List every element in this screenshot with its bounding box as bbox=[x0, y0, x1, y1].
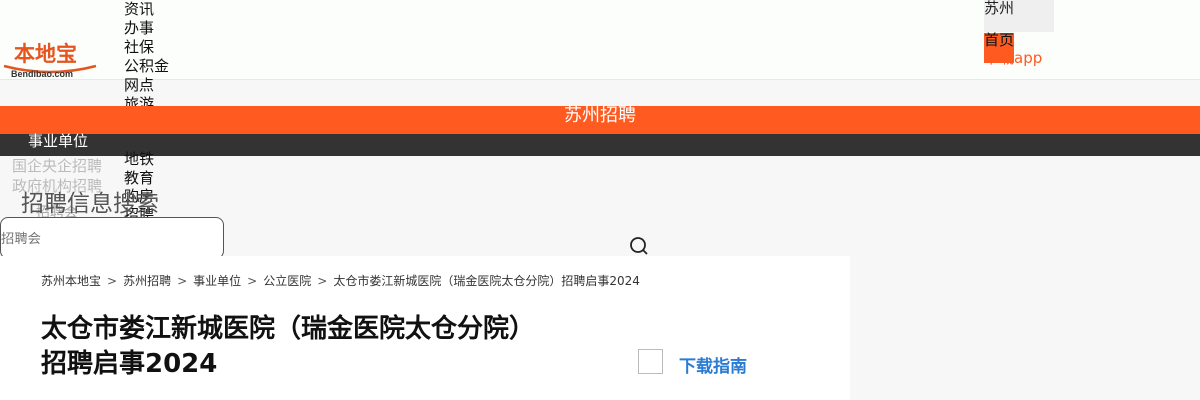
site-logo[interactable]: 本地宝 Bendibao.com bbox=[0, 36, 100, 84]
channel-bar: 苏州招聘 bbox=[0, 106, 1200, 134]
page-title-line: 招聘启事2024 bbox=[41, 349, 218, 379]
breadcrumb-item[interactable]: 苏州招聘 bbox=[123, 274, 171, 288]
site-header: 本地宝 Bendibao.com 资讯 办事 社保 公积金 网点 旅游 苏州 首… bbox=[0, 0, 1200, 113]
page-title-line: 太仓市娄江新城医院（瑞金医院太仓分院） bbox=[41, 314, 536, 344]
logo-domain: Bendibao.com bbox=[11, 69, 74, 79]
nav-item-metro[interactable]: 地铁 bbox=[124, 150, 154, 169]
search-title: 招聘信息搜索 bbox=[21, 191, 159, 217]
search-icon[interactable] bbox=[629, 236, 649, 256]
nav-item-social-security[interactable]: 社保 bbox=[124, 38, 169, 57]
breadcrumb-separator: > bbox=[177, 274, 188, 288]
category-current[interactable]: 事业单位 bbox=[28, 134, 88, 149]
nav-item-outlets[interactable]: 网点 bbox=[124, 76, 169, 95]
nav-item-affairs[interactable]: 办事 bbox=[124, 19, 169, 38]
channel-title[interactable]: 苏州招聘 bbox=[0, 106, 1200, 126]
download-guide-link[interactable]: 下载指南 bbox=[679, 352, 747, 377]
home-link[interactable]: 首页 bbox=[984, 31, 1014, 49]
breadcrumb-item[interactable]: 苏州本地宝 bbox=[41, 274, 101, 288]
breadcrumb-item[interactable]: 事业单位 bbox=[193, 274, 241, 288]
city-selector[interactable]: 苏州 bbox=[984, 0, 1054, 32]
nav-item-news[interactable]: 资讯 bbox=[124, 0, 169, 19]
breadcrumb: 苏州本地宝 > 苏州招聘 > 事业单位 > 公立医院 > 太仓市娄江新城医院（瑞金医院太仓分院）… bbox=[41, 272, 640, 289]
breadcrumb-separator: > bbox=[247, 274, 258, 288]
breadcrumb-item[interactable]: 公立医院 bbox=[263, 274, 311, 288]
breadcrumb-current: 太仓市娄江新城医院（瑞金医院太仓分院）招聘启事2024 bbox=[333, 274, 640, 288]
page-title: 太仓市娄江新城医院（瑞金医院太仓分院） 招聘启事2024 bbox=[41, 312, 621, 382]
breadcrumb-separator: > bbox=[107, 274, 118, 288]
nav-item-housing-fund[interactable]: 公积金 bbox=[124, 57, 169, 76]
sub-category-item[interactable]: 国企央企招聘 bbox=[12, 156, 102, 176]
article-card: 苏州本地宝 > 苏州招聘 > 事业单位 > 公立医院 > 太仓市娄江新城医院（瑞金医院太仓分院）… bbox=[0, 256, 850, 400]
download-app-link[interactable]: 下载app bbox=[984, 49, 1042, 67]
category-bar: 事业单位 bbox=[0, 134, 1200, 156]
search-input[interactable] bbox=[0, 217, 224, 259]
guide-checkbox[interactable] bbox=[638, 349, 663, 374]
breadcrumb-separator: > bbox=[317, 274, 328, 288]
main-nav: 资讯 办事 社保 公积金 网点 旅游 bbox=[124, 0, 169, 114]
